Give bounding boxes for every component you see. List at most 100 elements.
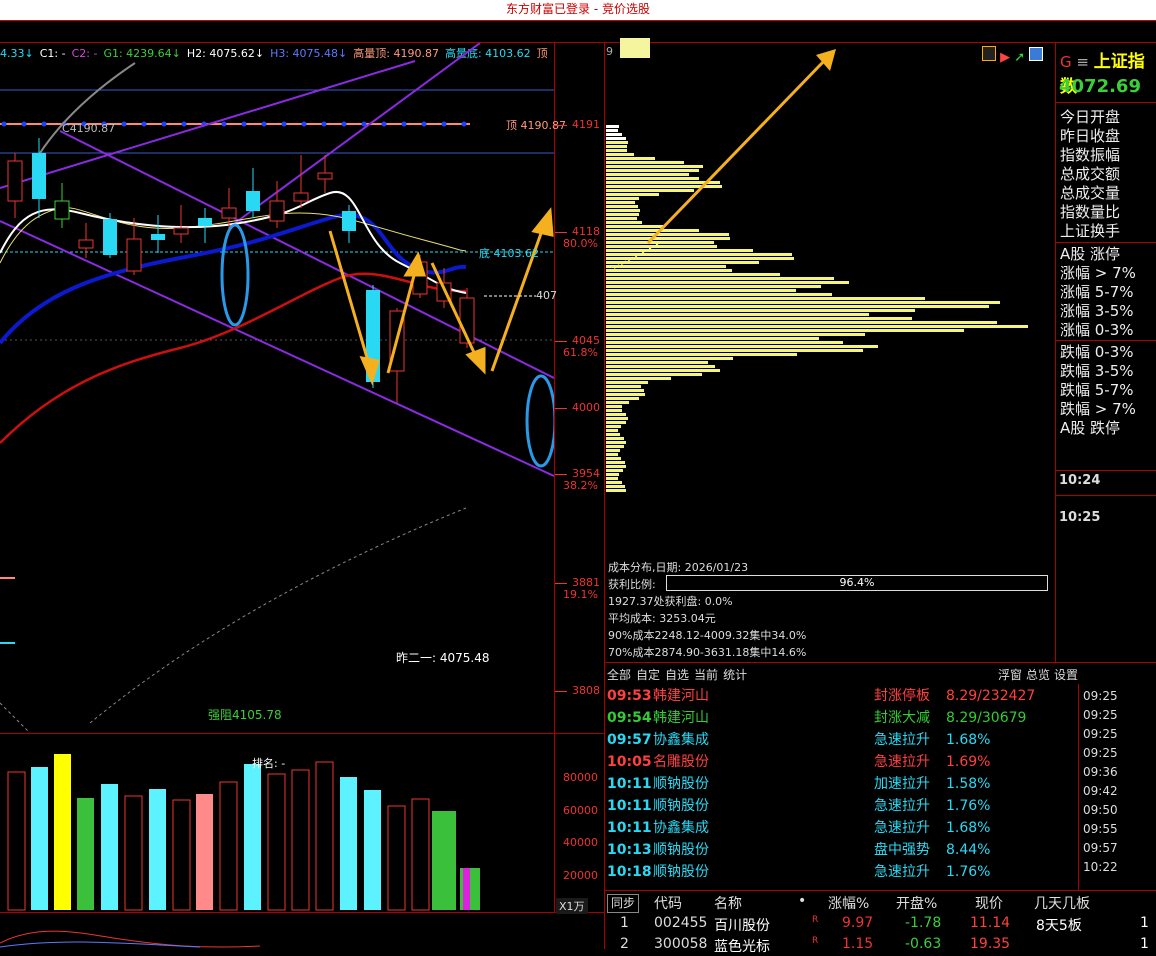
side-time: 09:25 [1083, 689, 1118, 703]
breadth_down-item: 跌幅 5-7% [1060, 381, 1134, 399]
cost-title: 成本分布,日期: 2026/01/23 [608, 561, 749, 574]
side-time: 09:50 [1083, 803, 1118, 817]
sync-button[interactable]: 同步 [607, 894, 639, 913]
stream-row[interactable]: 09:57 协鑫集成 急速拉升 1.68% [607, 729, 1077, 751]
stream-option[interactable]: 总览 [1026, 668, 1050, 682]
breadth_up-item: A股 涨停 [1060, 245, 1121, 263]
table-cell-code[interactable]: 300058 [654, 936, 707, 952]
index-panel-divider [1055, 42, 1056, 662]
stream-stock-name[interactable]: 名雕股份 [653, 751, 709, 773]
fib-tick: 80.0% [563, 237, 598, 250]
price-tick-mark [555, 408, 567, 409]
candlestick-chart[interactable] [0, 43, 554, 733]
stream-tab[interactable]: 全部 [607, 668, 631, 682]
stream-time: 10:11 [607, 798, 652, 814]
stream-tab[interactable]: 自定 [636, 668, 660, 682]
stream-value: 1.76% [946, 798, 991, 814]
price-tick-mark [555, 583, 567, 584]
stream-value: 1.58% [946, 776, 991, 792]
stream-tab[interactable]: 自选 [665, 668, 689, 682]
stream-stock-name[interactable]: 顺钠股份 [653, 795, 709, 817]
stream-event: 盘中强势 [874, 842, 930, 858]
items-item: 指数量比 [1060, 203, 1121, 221]
table-header-cell[interactable]: 名称 [714, 893, 742, 913]
stream-stock-name[interactable]: 韩建河山 [653, 707, 709, 729]
stream-event: 急速拉升 [874, 798, 930, 814]
index-time-2: 10:25 [1059, 510, 1101, 525]
g-label[interactable]: G [1060, 53, 1072, 71]
stream-row[interactable]: 10:11 协鑫集成 急速拉升 1.68% [607, 817, 1077, 839]
resistance-label: 强阻4105.78 [208, 708, 282, 722]
stream-tab[interactable]: 统计 [723, 668, 747, 682]
table-cell-open: -0.63 [905, 936, 942, 952]
stream-stock-name[interactable]: 顺钠股份 [653, 839, 709, 861]
stream-value: 1.69% [946, 754, 991, 770]
stream-row[interactable]: 10:05 名雕股份 急速拉升 1.69% [607, 751, 1077, 773]
stream-row[interactable]: 09:53 韩建河山 封涨停板 8.29/232427 [607, 685, 1077, 707]
table-cell-name[interactable]: 百川股份 [714, 915, 770, 935]
side-time: 09:57 [1083, 841, 1118, 855]
profit-bar: 96.4% [666, 575, 1048, 591]
stream-time: 09:53 [607, 688, 652, 704]
price-axis-divider [554, 42, 555, 912]
breadth_down-item: 跌幅 3-5% [1060, 362, 1134, 380]
stream-time: 09:57 [607, 732, 652, 748]
stream-stock-name[interactable]: 韩建河山 [653, 685, 709, 707]
annotation-ellipse-1 [220, 223, 250, 327]
table-cell-extra: 1 [1140, 915, 1149, 931]
stream-time: 10:18 [607, 864, 652, 880]
prev-close-label: 昨二一: 4075.48 [396, 651, 490, 665]
stream-row[interactable]: 10:11 顺钠股份 加速拉升 1.58% [607, 773, 1077, 795]
table-header-cell[interactable]: • [798, 893, 806, 909]
price-tick: 3808 [572, 684, 600, 697]
profit-label: 获利比例: [608, 578, 656, 591]
stream-row[interactable]: 10:11 顺钠股份 急速拉升 1.76% [607, 795, 1077, 817]
stream-stock-name[interactable]: 协鑫集成 [653, 817, 709, 839]
fib-tick: 61.8% [563, 346, 598, 359]
ma-grey-line [39, 62, 136, 154]
stream-divider [604, 662, 1156, 663]
volume-tick: 20000 [563, 869, 598, 882]
table-cell-chg: 1.15 [842, 936, 874, 952]
side-time: 09:42 [1083, 784, 1118, 798]
table-header-cell[interactable]: 几天几板 [1034, 893, 1090, 913]
table-header-cell[interactable]: 现价 [975, 893, 1003, 913]
stream-tabs[interactable]: 全部 自定 自选 当前 统计 [607, 666, 752, 683]
stream-event: 急速拉升 [874, 864, 930, 880]
table-cell-price: 19.35 [970, 936, 1011, 952]
table-header-cell[interactable]: 代码 [654, 893, 682, 913]
stream-event: 加速拉升 [874, 776, 930, 792]
stream-stock-name[interactable]: 顺钠股份 [653, 861, 709, 883]
table-header-cell[interactable]: 开盘% [896, 893, 937, 913]
items-item: 指数振幅 [1060, 146, 1121, 164]
stream-row[interactable]: 10:18 顺钠股份 急速拉升 1.76% [607, 861, 1077, 883]
side-time: 09:25 [1083, 746, 1118, 760]
stream-tab-options[interactable]: 浮窗 总览 设置 [998, 666, 1082, 683]
items-item: 上证换手 [1060, 222, 1121, 240]
side-time: 09:25 [1083, 708, 1118, 722]
table-divider [604, 890, 1156, 891]
annotation-ellipse-2 [525, 374, 554, 468]
stream-stock-name[interactable]: 顺钠股份 [653, 773, 709, 795]
cost-line-4: 70%成本2874.90-3631.18集中14.6% [608, 646, 807, 659]
table-header-cell[interactable]: 涨幅% [828, 893, 869, 913]
stream-tab[interactable]: 当前 [694, 668, 718, 682]
side-time: 10:22 [1083, 860, 1118, 874]
table-cell-name[interactable]: 蓝色光标 [714, 936, 770, 956]
stream-option[interactable]: 设置 [1054, 668, 1078, 682]
stream-time: 10:05 [607, 754, 652, 770]
stream-value: 8.29/232427 [946, 688, 1036, 704]
rank-label: 排名: - [252, 757, 286, 770]
volume-unit-label[interactable]: X1万 [556, 898, 588, 914]
stream-event: 急速拉升 [874, 732, 930, 748]
cost-line-2: 平均成本: 3253.04元 [608, 612, 716, 625]
stream-row[interactable]: 10:13 顺钠股份 盘中强势 8.44% [607, 839, 1077, 861]
fib-tick: 38.2% [563, 479, 598, 492]
price-tick-mark [555, 691, 567, 692]
stream-stock-name[interactable]: 协鑫集成 [653, 729, 709, 751]
table-cell-code[interactable]: 002455 [654, 915, 707, 931]
table-cell-idx: 1 [620, 915, 629, 931]
stream-option[interactable]: 浮窗 [998, 668, 1022, 682]
stream-row[interactable]: 09:54 韩建河山 封涨大减 8.29/30679 [607, 707, 1077, 729]
menu-icon[interactable]: ≡ [1076, 53, 1089, 71]
